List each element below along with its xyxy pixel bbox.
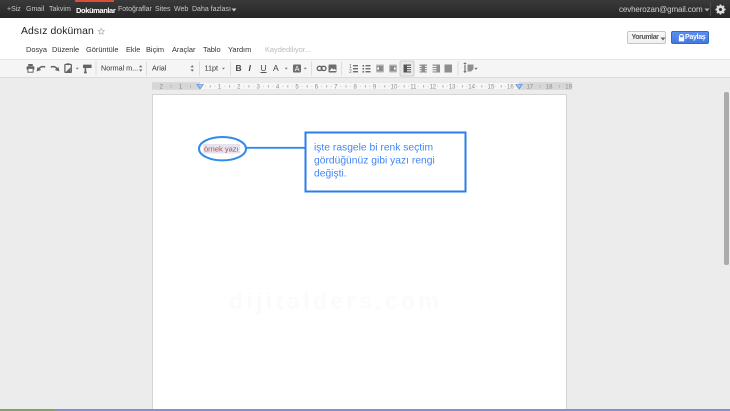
svg-text:B: B xyxy=(236,63,242,73)
svg-text:6: 6 xyxy=(315,85,319,91)
svg-text:Arial: Arial xyxy=(152,64,167,73)
svg-text:işte rasgele bi renk seçtim: işte rasgele bi renk seçtim xyxy=(314,143,433,154)
svg-text:17: 17 xyxy=(526,85,533,91)
svg-text:18: 18 xyxy=(546,85,553,91)
svg-text:U: U xyxy=(261,63,267,73)
svg-text:10: 10 xyxy=(391,85,398,91)
svg-text:I: I xyxy=(249,63,252,73)
svg-text:16: 16 xyxy=(507,85,514,91)
svg-text:A: A xyxy=(295,66,300,73)
svg-text:örnek yazı: örnek yazı xyxy=(204,145,239,154)
svg-text:14: 14 xyxy=(468,85,475,91)
svg-text:11: 11 xyxy=(410,85,417,91)
svg-text:4: 4 xyxy=(276,85,280,91)
svg-text:2: 2 xyxy=(160,85,164,91)
svg-text:3: 3 xyxy=(257,85,261,91)
svg-text:1: 1 xyxy=(218,85,222,91)
svg-text:15: 15 xyxy=(488,85,495,91)
svg-text:5: 5 xyxy=(295,85,299,91)
svg-text:2: 2 xyxy=(349,69,352,75)
svg-text:2: 2 xyxy=(237,85,241,91)
svg-text:A: A xyxy=(273,63,279,73)
svg-text:Normal m...: Normal m... xyxy=(101,64,138,73)
svg-text:13: 13 xyxy=(449,85,456,91)
svg-text:gördüğünüz gibi yazı rengi: gördüğünüz gibi yazı rengi xyxy=(314,156,435,167)
svg-text:1: 1 xyxy=(179,85,183,91)
svg-text:değişti.: değişti. xyxy=(314,169,347,180)
svg-text:11pt: 11pt xyxy=(205,64,218,73)
svg-text:7: 7 xyxy=(334,85,338,91)
svg-text:19: 19 xyxy=(565,85,572,91)
svg-text:12: 12 xyxy=(429,85,436,91)
svg-text:8: 8 xyxy=(354,85,358,91)
svg-text:9: 9 xyxy=(373,85,377,91)
